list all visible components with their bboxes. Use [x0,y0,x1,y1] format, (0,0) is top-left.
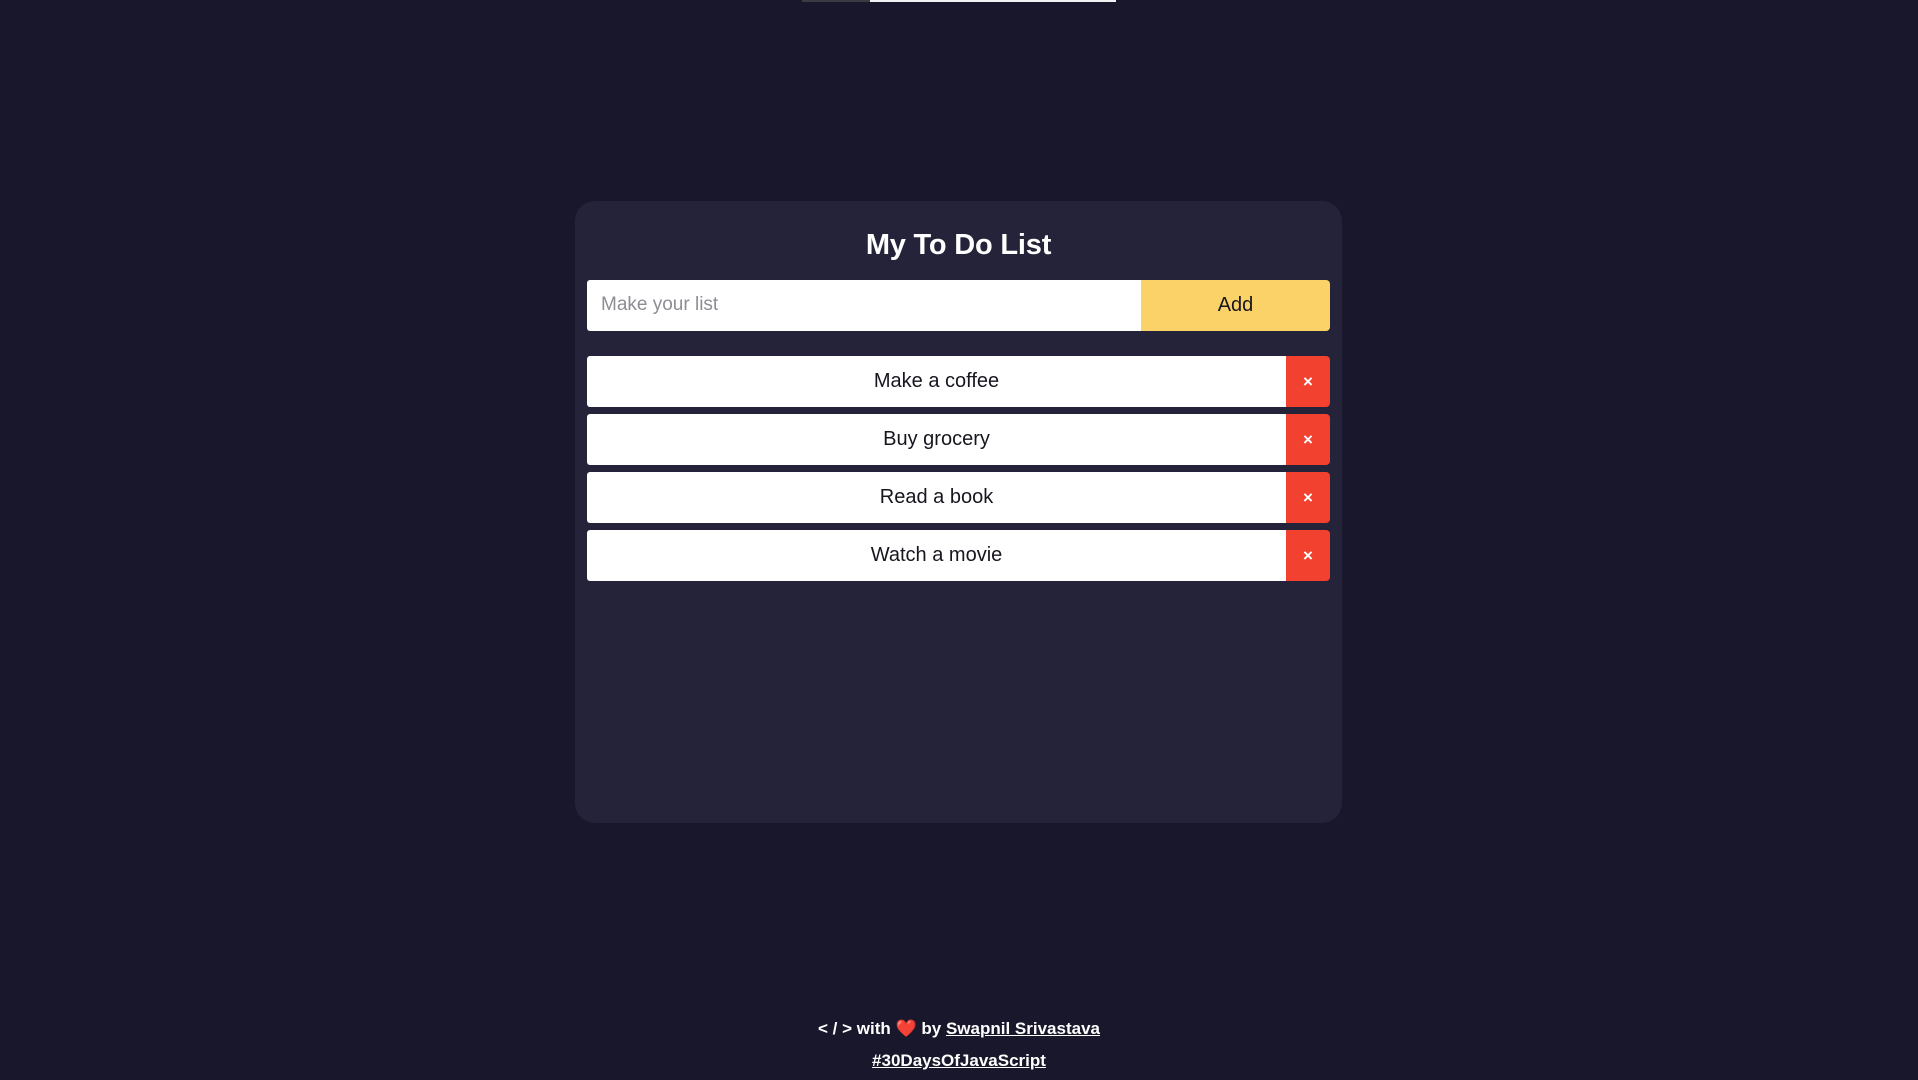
task-label[interactable]: Buy grocery [587,413,1286,465]
heart-icon: ❤️ [895,1019,917,1038]
task-label[interactable]: Watch a movie [587,529,1286,581]
new-task-input[interactable] [587,279,1141,331]
add-task-row: Add [587,279,1330,331]
task-label[interactable]: Read a book [587,471,1286,523]
delete-task-button[interactable]: × [1286,413,1330,465]
author-link[interactable]: Swapnil Srivastava [946,1019,1100,1038]
todo-card: My To Do List Add Make a coffee×Buy groc… [575,201,1342,823]
task-row: Read a book × [587,471,1330,523]
footer: < / > with ❤️ by Swapnil Srivastava #30D… [0,1013,1918,1077]
task-row: Buy grocery × [587,413,1330,465]
task-row: Make a coffee × [587,355,1330,407]
page-title: My To Do List [865,229,1052,261]
task-list: Make a coffee × Buy grocery × Read a book × Wa… [587,355,1330,581]
task-label[interactable]: Make a coffee [587,355,1286,407]
delete-task-button[interactable]: × [1286,471,1330,523]
delete-task-button[interactable]: × [1286,529,1330,581]
task-row: Watch a movie × [587,529,1330,581]
footer-with-text: with [856,1019,891,1038]
footer-line-1: < / > with ❤️ by Swapnil Srivastava [818,1019,1100,1038]
footer-by-text: by [921,1019,942,1038]
page-root: My To Do List Add Make a coffee×Buy groc… [0,0,1918,1080]
delete-task-button[interactable]: × [1286,355,1330,407]
footer-line-2: #30DaysOfJavaScript [0,1045,1918,1077]
code-glyph: < / > [817,1019,853,1038]
add-task-button[interactable]: Add [1141,279,1330,331]
hashtag-link[interactable]: #30DaysOfJavaScript [872,1051,1046,1070]
